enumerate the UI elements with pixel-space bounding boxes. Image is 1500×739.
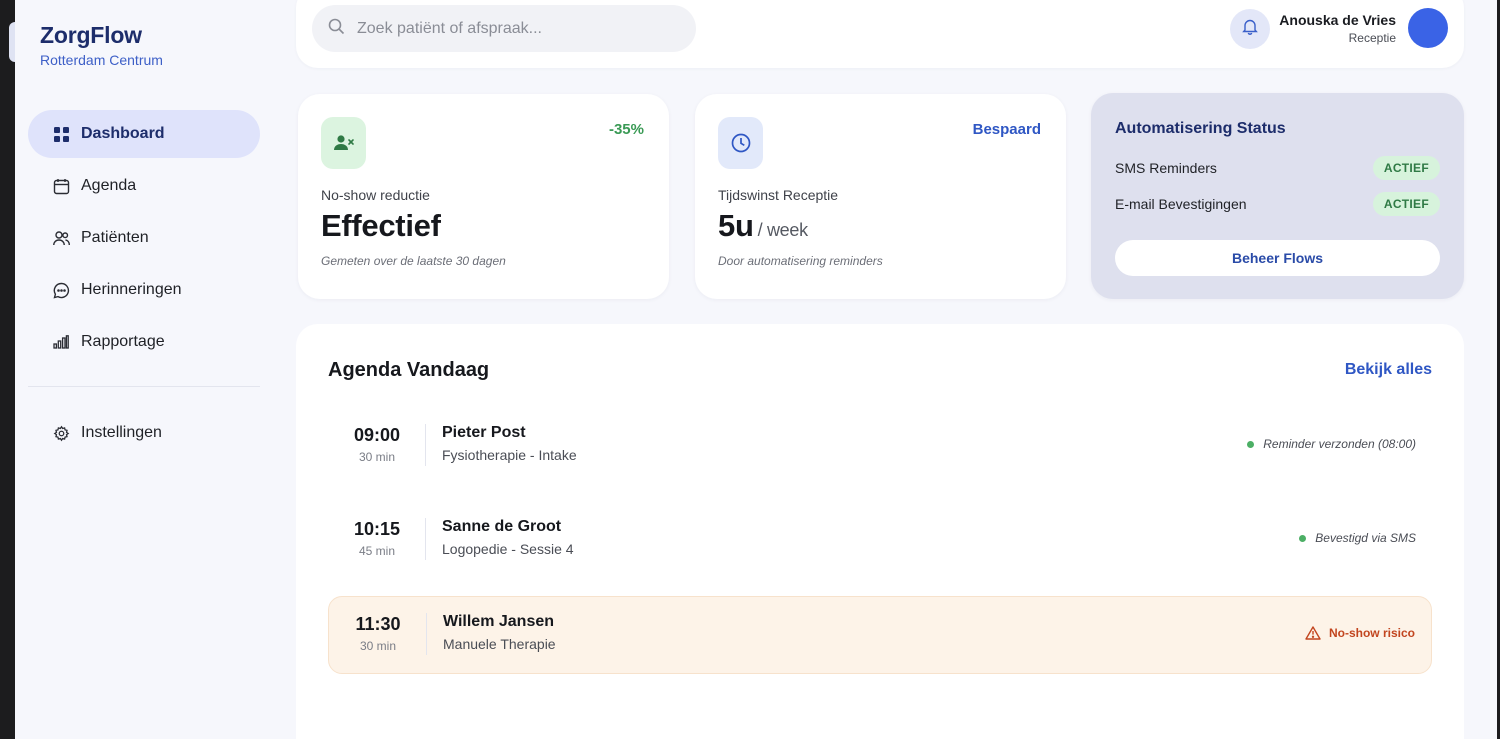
warning-icon [1305,626,1321,640]
users-icon [52,229,70,247]
patient-name: Pieter Post [442,424,526,441]
sidebar-item-label: Rapportage [81,333,165,350]
top-bar: Anouska de Vries Receptie [296,0,1464,68]
gear-icon [52,424,70,442]
sidebar-item-label: Patiënten [81,229,149,246]
status-dot-icon [1247,440,1255,448]
timesaved-card: Bespaard Tijdswinst Receptie 5u / week Do… [695,94,1066,299]
timesaved-number: 5u [718,208,754,243]
status-text: Reminder verzonden (08:00) [1263,437,1416,451]
sidebar-item-label: Dashboard [81,125,165,142]
appointment-divider [425,424,426,466]
timesaved-unit: / week [757,220,809,240]
appointment-row-warning[interactable]: 11:30 30 min Willem Jansen Manuele Thera… [328,596,1432,674]
bell-icon [1242,18,1258,40]
status-badge: ACTIEF [1372,192,1440,216]
chat-icon [52,281,70,299]
sidebar-item-label: Herinneringen [81,281,182,298]
status-dot-icon [1299,534,1307,542]
notifications-button[interactable] [1230,9,1270,49]
timesaved-value: 5u / week [718,208,808,244]
sidebar-item-settings[interactable]: Instellingen [28,409,260,457]
automation-title: Automatisering Status [1115,120,1286,137]
brand-name: ZorgFlow [40,22,142,48]
appointment-duration: 30 min [358,450,396,464]
sidebar-item-dashboard[interactable]: Dashboard [28,110,260,158]
brand-location: Rotterdam Centrum [40,52,163,68]
automation-row-email: E-mail Bevestigingen ACTIEF [1115,192,1440,216]
appointment-type: Logopedie - Sessie 4 [442,541,574,557]
appointment-duration: 45 min [358,544,396,558]
appointment-status: Bevestigd via SMS [1299,531,1416,545]
clock-icon [718,117,763,169]
appointment-type: Fysiotherapie - Intake [442,447,577,463]
user-name: Anouska de Vries [1279,12,1396,28]
sidebar: ZorgFlow Rotterdam Centrum Dashboard Age… [15,0,285,739]
appointment-status: No-show risico [1305,626,1415,640]
patient-name: Willem Jansen [443,613,555,630]
automation-card: Automatisering Status SMS Reminders ACTI… [1091,93,1464,299]
sidebar-nav: Dashboard Agenda Patiënten Herinneringen [28,110,260,461]
automation-label: E-mail Bevestigingen [1115,196,1247,212]
timesaved-note: Door automatisering reminders [718,254,883,268]
sidebar-item-patients[interactable]: Patiënten [28,214,260,262]
appointment-status: Reminder verzonden (08:00) [1247,437,1416,451]
noshow-label: No-show reductie [321,187,430,203]
user-role: Receptie [1348,31,1396,45]
appointment-time: 09:00 [353,425,401,445]
sidebar-item-label: Agenda [81,177,137,194]
status-text: Bevestigd via SMS [1315,531,1416,545]
automation-label: SMS Reminders [1115,160,1217,176]
sidebar-item-reminders[interactable]: Herinneringen [28,266,260,314]
appointment-type: Manuele Therapie [443,636,556,652]
appointment-row[interactable]: 09:00 30 min Pieter Post Fysiotherapie -… [328,408,1432,486]
noshow-card: -35% No-show reductie Effectief Gemeten … [298,94,669,299]
sidebar-item-reports[interactable]: Rapportage [28,318,260,366]
timesaved-label: Tijdswinst Receptie [718,187,839,203]
brand: ZorgFlow Rotterdam Centrum [40,22,163,68]
grid-icon [52,125,70,143]
calendar-icon [52,177,70,195]
noshow-value: Effectief [321,208,441,243]
avatar[interactable] [1408,8,1448,48]
appointment-divider [426,613,427,655]
user-x-icon [321,117,366,169]
timesaved-badge: Bespaard [972,121,1041,138]
agenda-title: Agenda Vandaag [328,359,490,381]
manage-flows-button[interactable]: Beheer Flows [1115,240,1440,276]
search-input[interactable] [357,19,677,38]
status-text: No-show risico [1328,626,1415,640]
app-window: ZorgFlow Rotterdam Centrum Dashboard Age… [15,0,1497,739]
sidebar-item-label: Instellingen [81,424,162,441]
automation-row-sms: SMS Reminders ACTIEF [1115,156,1440,180]
status-badge: ACTIEF [1372,156,1440,180]
search-box[interactable] [312,5,696,52]
patient-name: Sanne de Groot [442,518,562,535]
appointment-duration: 30 min [359,639,397,653]
nav-divider [28,386,260,387]
sidebar-item-agenda[interactable]: Agenda [28,162,260,210]
appointment-time: 10:15 [353,519,401,539]
agenda-panel: Agenda Vandaag Bekijk alles 09:00 30 min… [296,324,1464,739]
bar-chart-icon [52,333,70,351]
noshow-note: Gemeten over de laatste 30 dagen [321,254,506,268]
noshow-badge: -35% [608,121,644,138]
view-all-link[interactable]: Bekijk alles [1345,361,1432,379]
appointment-row[interactable]: 10:15 45 min Sanne de Groot Logopedie - … [328,502,1432,580]
search-icon [328,18,345,40]
appointment-divider [425,518,426,560]
appointment-time: 11:30 [355,614,401,634]
